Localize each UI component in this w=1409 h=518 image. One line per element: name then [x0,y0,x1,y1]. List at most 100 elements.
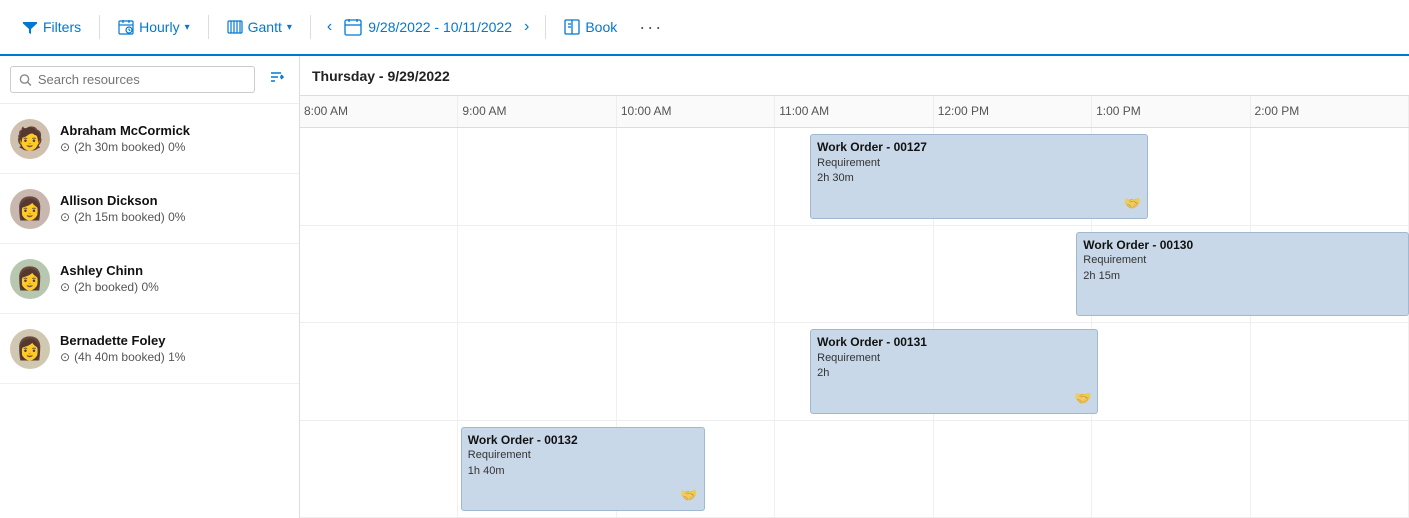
time-slot: 8:00 AM [300,96,458,127]
work-order-requirement: Requirement [817,156,1141,171]
schedule-body: Work Order - 00127 Requirement 2h 30m 🤝 … [300,128,1409,518]
work-order-title: Work Order - 00127 [817,139,1141,156]
resource-item[interactable]: 👩 Ashley Chinn ⊙ (2h booked) 0% [0,244,299,314]
hourly-chevron: ▾ [185,22,190,33]
handshake-icon: 🤝 [1124,194,1141,214]
search-box [10,66,255,93]
grid-col [617,226,775,323]
work-order-duration: 2h 30m [817,171,1141,186]
resource-name: Abraham McCormick [60,123,289,138]
resource-name: Bernadette Foley [60,333,289,348]
work-order-requirement: Requirement [1083,253,1402,268]
work-order-title: Work Order - 00130 [1083,237,1402,254]
schedule-row: Work Order - 00132 Requirement 1h 40m 🤝 [300,421,1409,518]
schedule-date: Thursday - 9/29/2022 [312,68,450,84]
avatar: 🧑 [10,119,50,159]
work-order-title: Work Order - 00131 [817,334,1091,351]
avatar: 👩 [10,189,50,229]
book-button[interactable]: Book [554,14,627,40]
clock-icon: ⊙ [60,280,70,294]
main-area: 🧑 Abraham McCormick ⊙ (2h 30m booked) 0%… [0,56,1409,518]
hourly-label: Hourly [139,19,179,35]
prev-button[interactable]: ‹ [319,14,340,40]
resource-list: 🧑 Abraham McCormick ⊙ (2h 30m booked) 0%… [0,104,299,518]
grid-col [1092,323,1250,420]
grid-col [300,226,458,323]
divider-3 [310,15,311,39]
work-order-block[interactable]: Work Order - 00127 Requirement 2h 30m 🤝 [810,134,1148,219]
work-order-duration: 2h 15m [1083,269,1402,284]
grid-col [934,226,1092,323]
schedule-row: Work Order - 00130 Requirement 2h 15m [300,226,1409,324]
sort-button[interactable] [263,64,289,95]
time-slot: 9:00 AM [458,96,616,127]
search-input[interactable] [38,72,246,87]
grid-col [934,421,1092,518]
gantt-button[interactable]: Gantt ▾ [217,14,302,40]
grid-col [1251,421,1409,518]
grid-col [300,323,458,420]
grid-col [1092,421,1250,518]
grid-col [775,421,933,518]
resource-item[interactable]: 👩 Allison Dickson ⊙ (2h 15m booked) 0% [0,174,299,244]
resource-name: Allison Dickson [60,193,289,208]
sort-icon [267,68,285,86]
time-slot: 11:00 AM [775,96,933,127]
grid-col [300,128,458,225]
hourly-button[interactable]: Hourly ▾ [108,14,200,40]
avatar: 👩 [10,259,50,299]
resource-meta: ⊙ (2h booked) 0% [60,280,289,294]
work-order-requirement: Requirement [817,351,1091,366]
resource-meta: ⊙ (2h 30m booked) 0% [60,140,289,154]
filters-button[interactable]: Filters [12,14,91,40]
grid-col [775,226,933,323]
time-slot: 2:00 PM [1251,96,1409,127]
resource-booking: (2h 15m booked) 0% [74,210,185,224]
gantt-icon [227,19,243,35]
resource-info: Abraham McCormick ⊙ (2h 30m booked) 0% [60,123,289,154]
resource-info: Allison Dickson ⊙ (2h 15m booked) 0% [60,193,289,224]
left-panel: 🧑 Abraham McCormick ⊙ (2h 30m booked) 0%… [0,56,300,518]
handshake-icon: 🤝 [1074,389,1091,409]
resource-booking: (4h 40m booked) 1% [74,350,185,364]
more-button[interactable]: ··· [631,13,671,42]
grid-col [617,128,775,225]
schedule-rows: Work Order - 00127 Requirement 2h 30m 🤝 … [300,128,1409,518]
time-slot: 10:00 AM [617,96,775,127]
resource-name: Ashley Chinn [60,263,289,278]
time-header: 8:00 AM9:00 AM10:00 AM11:00 AM12:00 PM1:… [300,96,1409,128]
grid-col [458,323,616,420]
resource-item[interactable]: 🧑 Abraham McCormick ⊙ (2h 30m booked) 0% [0,104,299,174]
grid-col [617,323,775,420]
toolbar: Filters Hourly ▾ Gantt ▾ ‹ [0,0,1409,56]
work-order-requirement: Requirement [468,448,698,463]
work-order-duration: 2h [817,366,1091,381]
calendar-icon [344,18,362,36]
grid-col [1251,323,1409,420]
next-button[interactable]: › [516,14,537,40]
work-order-block[interactable]: Work Order - 00131 Requirement 2h 🤝 [810,329,1098,414]
divider-1 [99,15,100,39]
clock-icon: ⊙ [60,210,70,224]
search-row [0,56,299,104]
divider-4 [545,15,546,39]
work-order-duration: 1h 40m [468,464,698,479]
resource-meta: ⊙ (2h 15m booked) 0% [60,210,289,224]
grid-col [458,128,616,225]
time-slot: 12:00 PM [934,96,1092,127]
handshake-icon: 🤝 [680,486,697,506]
work-order-block[interactable]: Work Order - 00130 Requirement 2h 15m [1076,232,1409,317]
search-icon [19,73,32,87]
clock-icon: ⊙ [60,140,70,154]
resource-booking: (2h booked) 0% [74,280,159,294]
avatar: 👩 [10,329,50,369]
schedule-row: Work Order - 00127 Requirement 2h 30m 🤝 [300,128,1409,226]
filter-icon [22,19,38,35]
resource-item[interactable]: 👩 Bernadette Foley ⊙ (4h 40m booked) 1% [0,314,299,384]
date-range-text: 9/28/2022 - 10/11/2022 [368,19,512,35]
work-order-block[interactable]: Work Order - 00132 Requirement 1h 40m 🤝 [461,427,705,512]
grid-col [1251,128,1409,225]
divider-2 [208,15,209,39]
grid-col [300,421,458,518]
resource-info: Ashley Chinn ⊙ (2h booked) 0% [60,263,289,294]
